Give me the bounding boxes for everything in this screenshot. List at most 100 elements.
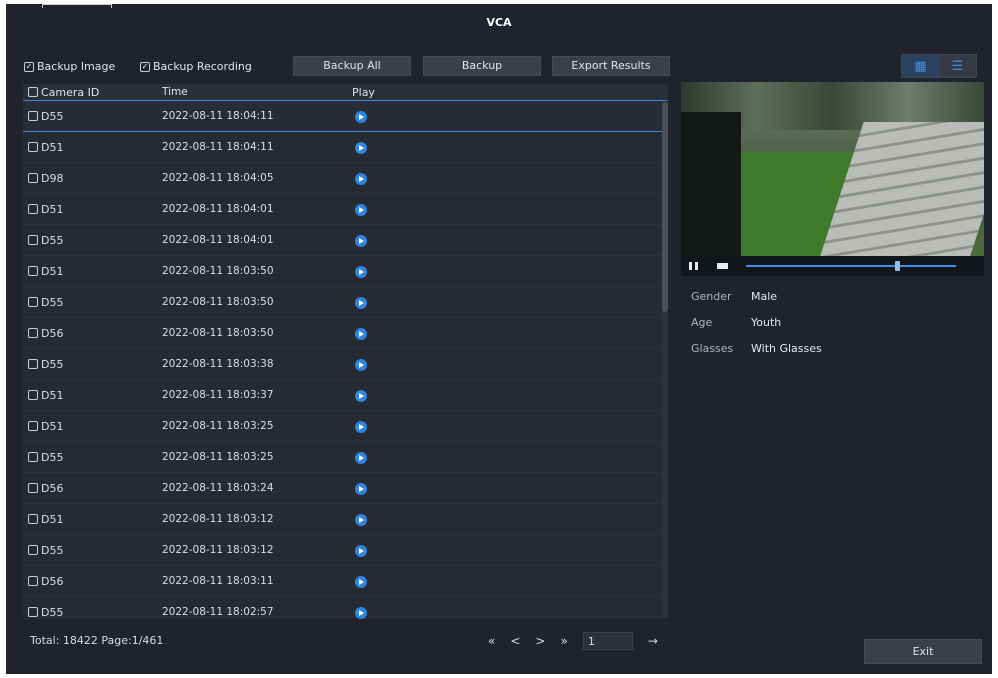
time-cell: 2022-08-11 18:03:50 (162, 327, 274, 339)
play-cell (352, 420, 552, 433)
play-cell (352, 296, 552, 309)
total-info: Total: 18422 Page:1/461 (30, 634, 163, 647)
table-row[interactable]: D56 2022-08-11 18:03:50 (23, 318, 668, 349)
table-row[interactable]: D55 2022-08-11 18:04:01 (23, 225, 668, 256)
table-row[interactable]: D55 2022-08-11 18:03:12 (23, 535, 668, 566)
row-checkbox[interactable] (28, 545, 38, 555)
table-row[interactable]: D55 2022-08-11 18:02:57 (23, 597, 668, 619)
row-checkbox[interactable] (28, 607, 38, 617)
first-page-button[interactable]: « (488, 634, 495, 648)
table-row[interactable]: D56 2022-08-11 18:03:11 (23, 566, 668, 597)
table-row[interactable]: D51 2022-08-11 18:03:12 (23, 504, 668, 535)
play-icon[interactable] (355, 606, 367, 619)
play-icon[interactable] (355, 389, 367, 402)
row-checkbox[interactable] (28, 328, 38, 338)
time-cell: 2022-08-11 18:03:50 (162, 296, 274, 308)
grid-view-button[interactable]: ▦ (902, 55, 939, 77)
page-number-input[interactable] (582, 632, 633, 650)
age-label: Age (691, 316, 713, 329)
playback-progress[interactable] (746, 261, 956, 271)
backup-image-checkbox[interactable]: ✓ Backup Image (24, 60, 115, 73)
play-cell (352, 544, 552, 557)
row-checkbox[interactable] (28, 576, 38, 586)
row-checkbox[interactable] (28, 266, 38, 276)
progress-knob[interactable] (895, 261, 901, 271)
row-checkbox[interactable] (28, 173, 38, 183)
play-icon[interactable] (355, 327, 367, 340)
stop-icon[interactable] (717, 263, 728, 269)
play-cell (352, 203, 552, 216)
time-cell: 2022-08-11 18:03:38 (162, 358, 274, 370)
camera-id-cell: D55 (23, 451, 162, 464)
last-page-button[interactable]: » (560, 634, 567, 648)
export-results-button[interactable]: Export Results (552, 56, 670, 76)
play-icon[interactable] (355, 172, 367, 185)
time-cell: 2022-08-11 18:04:05 (162, 172, 274, 184)
camera-id-cell: D55 (23, 544, 162, 557)
play-icon[interactable] (355, 234, 367, 247)
row-checkbox[interactable] (28, 421, 38, 431)
play-icon[interactable] (355, 296, 367, 309)
camera-id: D51 (41, 419, 64, 433)
camera-id-cell: D51 (23, 141, 162, 154)
table-row[interactable]: D98 2022-08-11 18:04:05 (23, 163, 668, 194)
row-checkbox[interactable] (28, 111, 38, 121)
video-preview[interactable] (681, 82, 984, 256)
camera-id: D51 (41, 388, 64, 402)
play-cell (352, 110, 552, 123)
row-checkbox[interactable] (28, 390, 38, 400)
play-icon[interactable] (355, 451, 367, 464)
time-cell: 2022-08-11 18:03:11 (162, 575, 274, 587)
row-checkbox[interactable] (28, 297, 38, 307)
table-scrollbar[interactable] (662, 102, 668, 618)
time-cell: 2022-08-11 18:03:50 (162, 265, 274, 277)
play-icon[interactable] (355, 358, 367, 371)
row-checkbox[interactable] (28, 514, 38, 524)
play-icon[interactable] (355, 544, 367, 557)
row-checkbox[interactable] (28, 359, 38, 369)
play-icon[interactable] (355, 265, 367, 278)
pause-icon[interactable] (689, 262, 699, 270)
table-row[interactable]: D55 2022-08-11 18:04:11 (23, 101, 668, 132)
play-icon[interactable] (355, 110, 367, 123)
play-icon[interactable] (355, 513, 367, 526)
scrollbar-thumb[interactable] (662, 102, 668, 312)
exit-button[interactable]: Exit (864, 639, 982, 664)
select-all-checkbox[interactable] (28, 87, 38, 97)
play-icon[interactable] (355, 420, 367, 433)
row-checkbox[interactable] (28, 142, 38, 152)
table-row[interactable]: D56 2022-08-11 18:03:24 (23, 473, 668, 504)
table-row[interactable]: D51 2022-08-11 18:04:01 (23, 194, 668, 225)
backup-all-button[interactable]: Backup All (293, 56, 411, 76)
table-row[interactable]: D51 2022-08-11 18:04:11 (23, 132, 668, 163)
camera-id: D55 (41, 233, 64, 247)
row-checkbox[interactable] (28, 204, 38, 214)
list-view-button[interactable]: ☰ (939, 55, 976, 77)
backup-recording-checkbox[interactable]: ✓ Backup Recording (140, 60, 252, 73)
table-row[interactable]: D55 2022-08-11 18:03:50 (23, 287, 668, 318)
table-row[interactable]: D55 2022-08-11 18:03:25 (23, 442, 668, 473)
row-checkbox[interactable] (28, 483, 38, 493)
header-time: Time (162, 86, 188, 98)
play-icon[interactable] (355, 141, 367, 154)
play-icon[interactable] (355, 575, 367, 588)
camera-id: D56 (41, 574, 64, 588)
play-cell (352, 327, 552, 340)
backup-button[interactable]: Backup (423, 56, 541, 76)
table-row[interactable]: D51 2022-08-11 18:03:50 (23, 256, 668, 287)
row-checkbox[interactable] (28, 235, 38, 245)
play-cell (352, 265, 552, 278)
table-row[interactable]: D51 2022-08-11 18:03:25 (23, 411, 668, 442)
play-icon[interactable] (355, 482, 367, 495)
go-page-button[interactable]: → (648, 634, 658, 648)
gender-label: Gender (691, 290, 732, 303)
camera-id-cell: D51 (23, 203, 162, 216)
table-row[interactable]: D55 2022-08-11 18:03:38 (23, 349, 668, 380)
camera-id-cell: D55 (23, 606, 162, 619)
next-page-button[interactable]: > (535, 634, 545, 648)
prev-page-button[interactable]: < (510, 634, 520, 648)
table-row[interactable]: D51 2022-08-11 18:03:37 (23, 380, 668, 411)
play-cell (352, 172, 552, 185)
row-checkbox[interactable] (28, 452, 38, 462)
play-icon[interactable] (355, 203, 367, 216)
